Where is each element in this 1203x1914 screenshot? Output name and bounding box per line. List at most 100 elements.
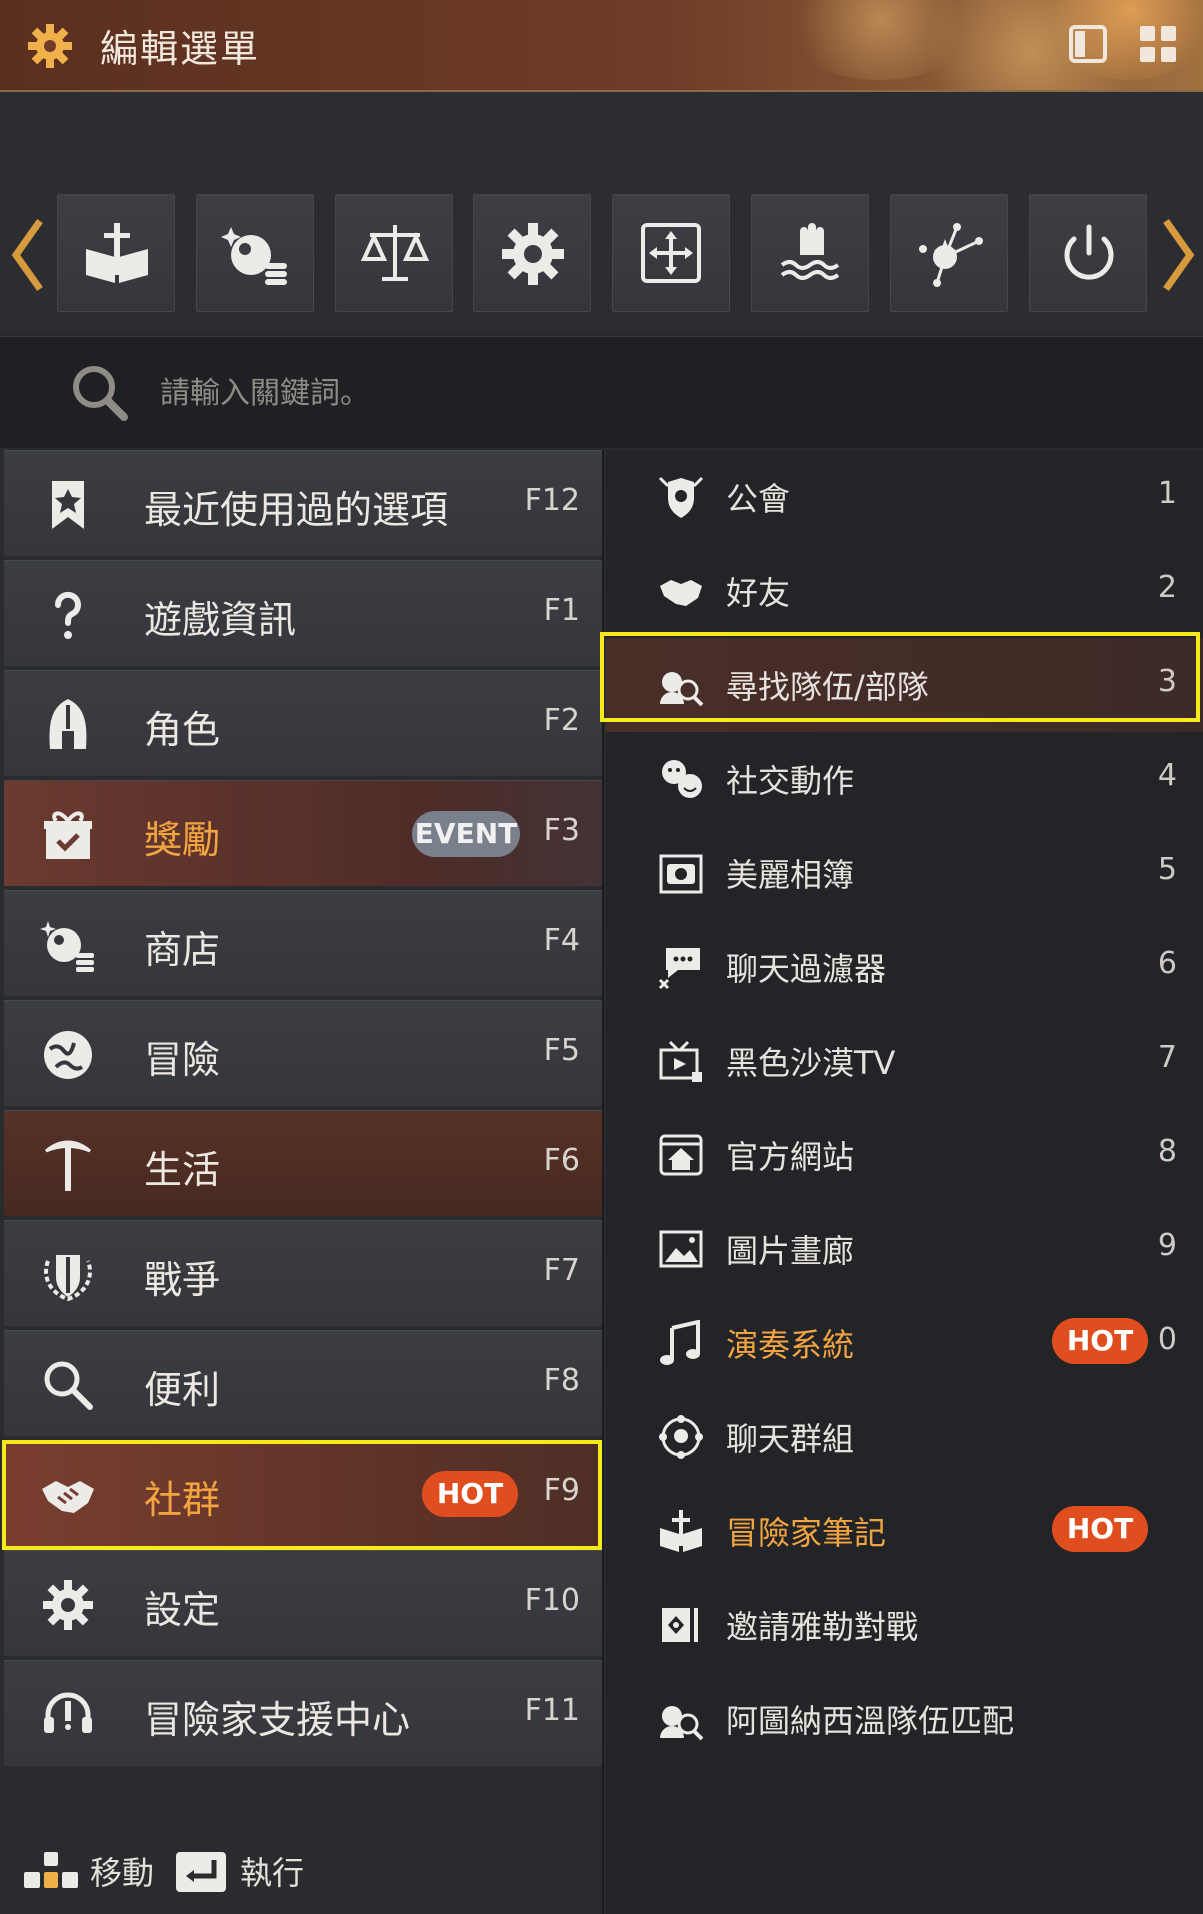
hot-badge: HOT <box>422 1471 518 1517</box>
window-header: 編輯選單 <box>0 0 1203 92</box>
toolbar-market-button[interactable] <box>335 194 453 312</box>
hotkey-label: F5 <box>543 1033 580 1068</box>
submenu-item-guild[interactable]: 公會 1 <box>606 450 1203 544</box>
menu-item-war[interactable]: 戰爭 F7 <box>4 1220 602 1326</box>
submenu-item-photo-album[interactable]: 美麗相簿 5 <box>606 826 1203 920</box>
hotkey-label: F4 <box>543 923 580 958</box>
execute-hint-label: 執行 <box>240 1854 305 1892</box>
hotkey-label: F7 <box>543 1253 580 1288</box>
handshake-icon <box>660 580 702 606</box>
book-sword-icon <box>660 1510 702 1552</box>
menu-item-label: 遊戲資訊 <box>144 598 297 642</box>
chevron-right-icon[interactable] <box>1160 215 1196 295</box>
submenu-item-adventurer-notes[interactable]: 冒險家筆記 HOT <box>606 1484 1203 1578</box>
menu-item-label: 設定 <box>144 1588 221 1632</box>
menu-item-recent[interactable]: 最近使用過的選項 F12 <box>4 450 602 556</box>
toolbar-shop-button[interactable] <box>196 194 314 312</box>
pearl-shop-icon <box>221 227 287 285</box>
pickaxe-icon <box>45 1140 91 1191</box>
handshake-icon <box>42 1481 94 1513</box>
search-bar <box>0 336 1203 448</box>
toolbar-power-button[interactable] <box>1029 194 1147 312</box>
chevron-left-icon[interactable] <box>10 215 46 295</box>
menu-item-label: 最近使用過的選項 <box>144 488 449 532</box>
menu-item-label: 角色 <box>144 708 221 752</box>
key-hints: 移動 執行 <box>0 1840 604 1914</box>
submenu-item-label: 尋找隊伍/部隊 <box>726 668 929 706</box>
toolbar-settings-button[interactable] <box>473 194 591 312</box>
search-input[interactable] <box>160 365 1060 421</box>
magnifier-icon <box>44 1361 93 1410</box>
submenu-item-party-finder[interactable]: 尋找隊伍/部隊 3 <box>606 638 1203 732</box>
toolbar-book-button[interactable] <box>57 194 175 312</box>
home-page-icon <box>659 1134 703 1176</box>
menu-item-label: 社群 <box>144 1478 221 1522</box>
menu-item-label: 生活 <box>144 1148 221 1192</box>
hotkey-label: F6 <box>543 1143 580 1178</box>
hotkey-label: F9 <box>543 1473 580 1508</box>
menu-item-community[interactable]: 社群 HOT F9 <box>4 1440 602 1546</box>
menu-item-adventure[interactable]: 冒險 F5 <box>4 1000 602 1106</box>
guild-crest-icon <box>658 476 704 518</box>
globe-icon <box>44 1031 92 1079</box>
menu-item-game-info[interactable]: 遊戲資訊 F1 <box>4 560 602 666</box>
menu-item-life[interactable]: 生活 F6 <box>4 1110 602 1216</box>
submenu-item-label: 邀請雅勒對戰 <box>726 1608 919 1646</box>
bookmark-star-icon <box>52 481 84 529</box>
hotkey-label: F11 <box>524 1693 580 1728</box>
main-menu: 最近使用過的選項 F12 遊戲資訊 F1 角色 F2 獎勵 EVENT F3 商… <box>0 450 604 1914</box>
menu-item-settings[interactable]: 設定 F10 <box>4 1550 602 1656</box>
power-icon <box>1064 224 1114 280</box>
emote-icon <box>662 760 702 798</box>
hotkey-label: 8 <box>1157 1134 1177 1169</box>
submenu-item-social-action[interactable]: 社交動作 4 <box>606 732 1203 826</box>
headset-icon <box>44 1692 92 1733</box>
hotkey-label: F2 <box>543 703 580 738</box>
submenu-item-gallery[interactable]: 圖片畫廊 9 <box>606 1202 1203 1296</box>
community-submenu: 公會 1 好友 2 尋找隊伍/部隊 3 社交動作 4 美麗相簿 5 聊天過濾器 … <box>606 450 1203 1914</box>
submenu-item-music[interactable]: 演奏系統 HOT 0 <box>606 1296 1203 1390</box>
submenu-item-invite-duel[interactable]: 邀請雅勒對戰 <box>606 1578 1203 1672</box>
menu-item-support[interactable]: 冒險家支援中心 F11 <box>4 1660 602 1766</box>
menu-item-shop[interactable]: 商店 F4 <box>4 890 602 996</box>
submenu-item-label: 阿圖納西溫隊伍匹配 <box>726 1702 1015 1740</box>
submenu-item-label: 好友 <box>726 574 791 612</box>
gift-icon <box>44 811 92 859</box>
gear-icon <box>43 1580 93 1630</box>
shield-wreath-icon <box>44 1255 92 1302</box>
tv-icon <box>659 1040 702 1082</box>
submenu-item-tv[interactable]: 黑色沙漠TV 7 <box>606 1014 1203 1108</box>
picture-icon <box>659 1230 703 1268</box>
submenu-item-chat-group[interactable]: 聊天群組 <box>606 1390 1203 1484</box>
helmet-icon <box>49 699 87 749</box>
invite-duel-icon <box>662 1608 698 1642</box>
hand-water-icon <box>780 223 840 280</box>
submenu-item-label: 黑色沙漠TV <box>726 1044 896 1082</box>
submenu-item-label: 社交動作 <box>726 762 855 800</box>
hotkey-label: 9 <box>1157 1228 1177 1263</box>
submenu-item-chat-filter[interactable]: 聊天過濾器 6 <box>606 920 1203 1014</box>
node-star-icon <box>919 223 983 287</box>
hotkey-label: F8 <box>543 1363 580 1398</box>
submenu-item-label: 聊天過濾器 <box>726 950 887 988</box>
submenu-item-label: 聊天群組 <box>726 1420 855 1458</box>
hotkey-label: 1 <box>1157 476 1177 511</box>
toolbar-fishing-button[interactable] <box>751 194 869 312</box>
menu-item-convenience[interactable]: 便利 F8 <box>4 1330 602 1436</box>
submenu-item-party-matching[interactable]: 阿圖納西溫隊伍匹配 <box>606 1672 1203 1766</box>
menu-item-label: 戰爭 <box>144 1258 221 1302</box>
submenu-item-label: 圖片畫廊 <box>726 1232 855 1270</box>
chat-filter-icon <box>658 948 700 990</box>
gear-icon <box>502 223 564 285</box>
toolbar-move-button[interactable] <box>612 194 730 312</box>
submenu-item-friends[interactable]: 好友 2 <box>606 544 1203 638</box>
menu-item-character[interactable]: 角色 F2 <box>4 670 602 776</box>
grid-view-icon[interactable] <box>1136 22 1180 66</box>
hotkey-label: 2 <box>1157 570 1177 605</box>
menu-item-reward[interactable]: 獎勵 EVENT F3 <box>4 780 602 886</box>
submenu-item-official-site[interactable]: 官方網站 8 <box>606 1108 1203 1202</box>
toolbar-skill-button[interactable] <box>890 194 1008 312</box>
hot-badge: HOT <box>1052 1506 1148 1552</box>
menu-item-label: 冒險家支援中心 <box>144 1698 411 1742</box>
panel-toggle-icon[interactable] <box>1066 22 1110 66</box>
